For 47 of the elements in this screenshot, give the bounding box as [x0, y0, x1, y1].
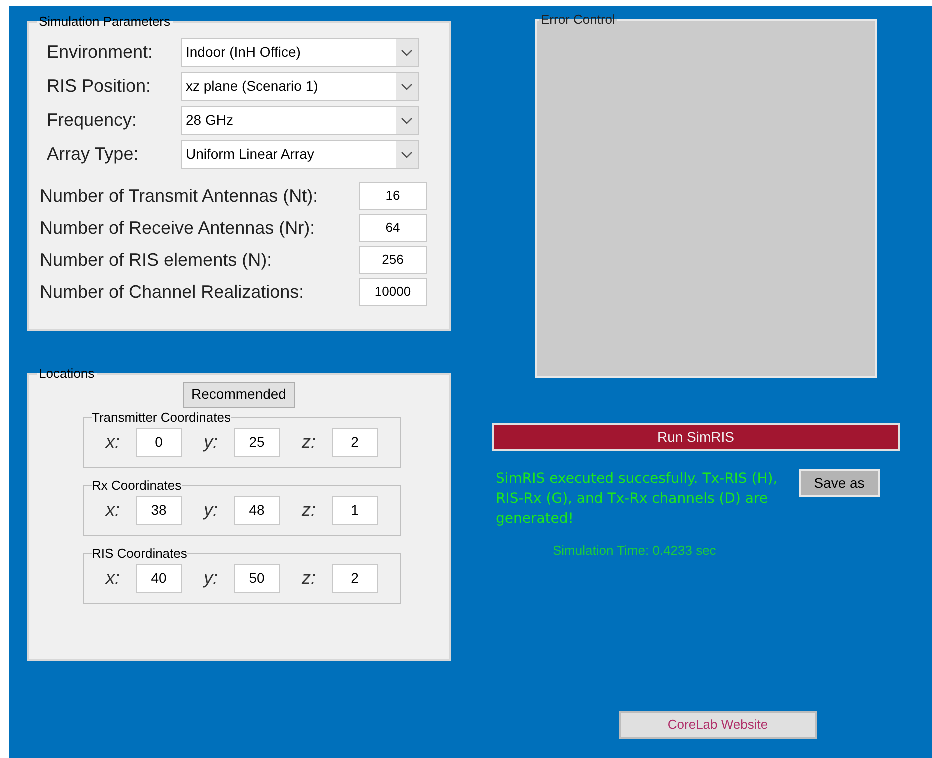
coordinate-field[interactable]: 0: [136, 428, 182, 457]
axis-label: z:: [302, 567, 318, 590]
run-button[interactable]: Run SimRIS: [492, 423, 900, 451]
field-label: Number of Receive Antennas (Nr):: [40, 216, 316, 240]
status-message: SimRIS executed succesfully. Tx-RIS (H), RIS-Rx (G), and Tx-Rx channels (D) are generated!: [496, 470, 779, 529]
coordinate-field[interactable]: 2: [332, 564, 378, 593]
group-title: Rx Coordinates: [92, 476, 182, 494]
group-title: Transmitter Coordinates: [92, 408, 231, 426]
coordinate-field[interactable]: 2: [332, 428, 378, 457]
number-field[interactable]: 16: [359, 182, 427, 210]
axis-label: y:: [204, 431, 220, 454]
axis-label: y:: [204, 567, 220, 590]
field-label: RIS Position:: [47, 75, 152, 98]
coordinate-field[interactable]: 38: [136, 496, 182, 525]
number-field[interactable]: 10000: [359, 278, 427, 306]
number-field[interactable]: 64: [359, 214, 427, 242]
coordinate-field[interactable]: 25: [234, 428, 280, 457]
coordinate-field[interactable]: 40: [136, 564, 182, 593]
axis-label: x:: [106, 431, 122, 454]
simulation-time: Simulation Time: 0.4233 sec: [553, 542, 718, 560]
axis-label: x:: [106, 499, 122, 522]
group-title: RIS Coordinates: [92, 544, 188, 562]
coordinate-field[interactable]: 48: [234, 496, 280, 525]
dropdown[interactable]: 28 GHz: [181, 106, 419, 135]
chevron-down-icon: [401, 116, 413, 124]
field-label: Number of Transmit Antennas (Nt):: [40, 184, 320, 208]
chevron-down-icon: [401, 150, 413, 158]
chevron-down-icon: [401, 82, 413, 90]
coordinate-field[interactable]: 50: [234, 564, 280, 593]
chevron-down-icon: [401, 48, 413, 56]
website-button[interactable]: CoreLab Website: [619, 710, 817, 738]
field-label: Number of Channel Realizations:: [40, 280, 306, 304]
recommended-button[interactable]: Recommended: [182, 382, 296, 408]
axis-label: y:: [204, 499, 220, 522]
axis-label: z:: [302, 431, 318, 454]
save-as-button[interactable]: Save as: [799, 469, 880, 497]
axis-label: x:: [106, 567, 122, 590]
field-label: Number of RIS elements (N):: [40, 248, 274, 272]
coordinate-field[interactable]: 1: [332, 496, 378, 525]
dropdown[interactable]: Uniform Linear Array: [181, 140, 419, 169]
number-field[interactable]: 256: [359, 246, 427, 274]
dropdown[interactable]: Indoor (InH Office): [181, 38, 419, 67]
axis-label: z:: [302, 499, 318, 522]
field-label: Environment:: [47, 41, 154, 64]
field-label: Frequency:: [47, 109, 138, 132]
field-label: Array Type:: [47, 143, 140, 166]
dropdown[interactable]: xz plane (Scenario 1): [181, 72, 419, 101]
